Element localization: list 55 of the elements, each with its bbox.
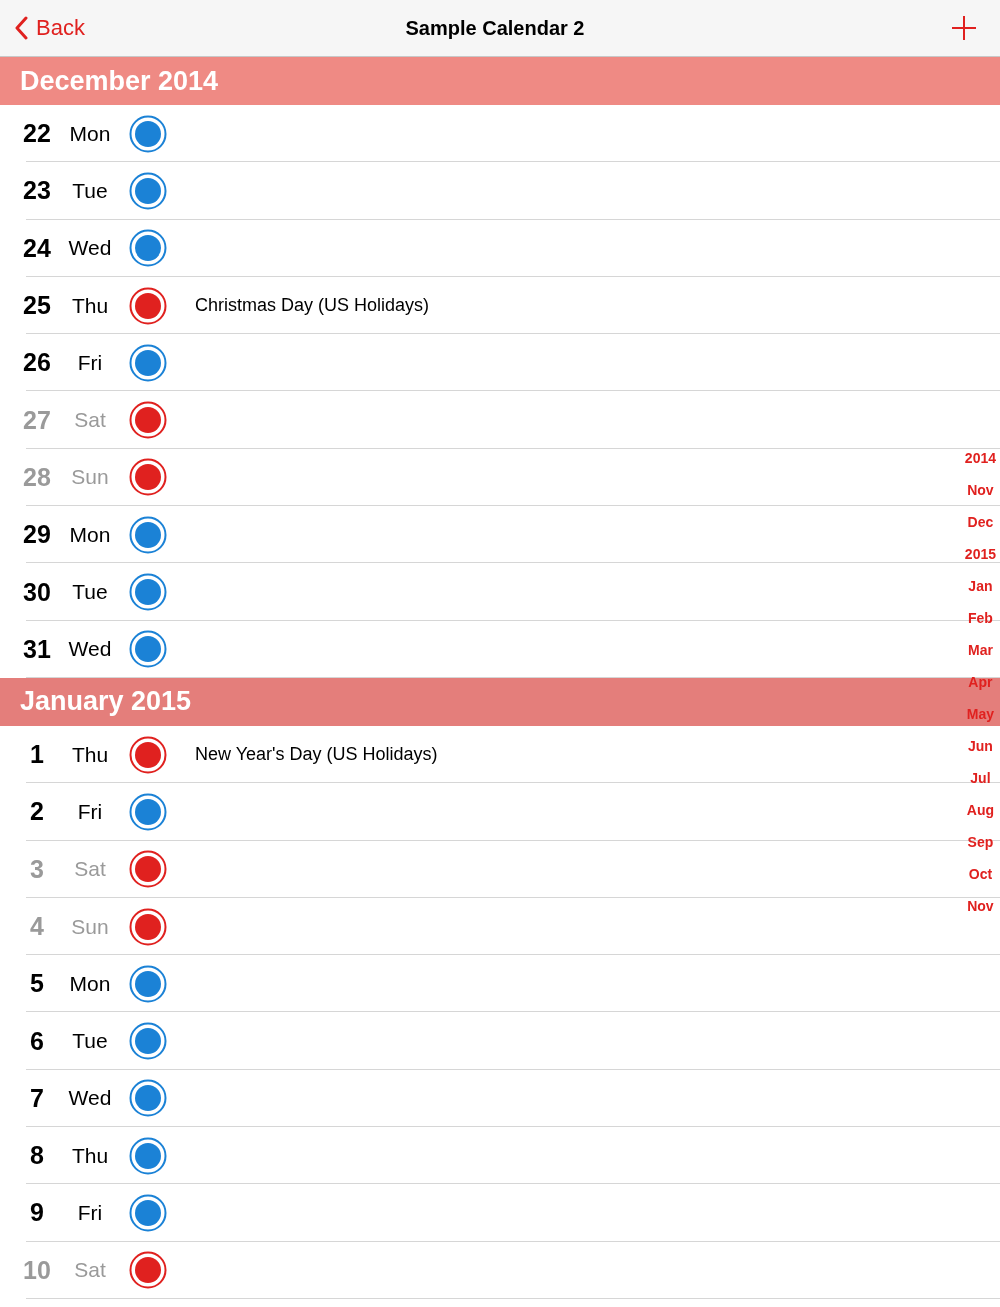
day-number: 25 bbox=[22, 291, 52, 321]
weekday-label: Sun bbox=[70, 465, 110, 490]
weekday-label: Mon bbox=[68, 522, 112, 547]
event-title: New Year's Day (US Holidays) bbox=[195, 744, 438, 766]
back-button[interactable]: Back bbox=[14, 15, 85, 41]
day-number: 7 bbox=[29, 1083, 45, 1113]
day-number: 10 bbox=[22, 1255, 52, 1285]
weekday-label: Fri bbox=[76, 799, 104, 824]
weekday-label: Fri bbox=[76, 350, 104, 375]
day-number: 27 bbox=[22, 405, 52, 435]
section-index-item[interactable]: Jun bbox=[967, 730, 993, 762]
section-index-item[interactable]: Nov bbox=[967, 474, 994, 506]
section-index-item[interactable]: Dec bbox=[967, 506, 994, 538]
weekday-label: Sat bbox=[73, 1258, 107, 1283]
plus-icon bbox=[952, 16, 976, 40]
day-number: 2 bbox=[29, 797, 45, 827]
weekday-label: Mon bbox=[68, 121, 112, 146]
day-number: 30 bbox=[22, 577, 52, 607]
weekday-label: Thu bbox=[70, 742, 110, 767]
day-number: 5 bbox=[29, 969, 45, 999]
section-index-item[interactable]: Aug bbox=[966, 794, 995, 826]
weekday-label: Tue bbox=[71, 178, 109, 203]
day-number: 9 bbox=[29, 1198, 45, 1228]
day-number: 26 bbox=[22, 348, 52, 378]
add-button[interactable] bbox=[952, 16, 976, 40]
day-number: 1 bbox=[29, 740, 45, 770]
window-title: Sample Calendar 2 bbox=[405, 16, 585, 40]
day-number: 29 bbox=[22, 520, 52, 550]
weekday-label: Sat bbox=[73, 857, 107, 882]
weekday-label: Mon bbox=[68, 971, 112, 996]
section-index-item[interactable]: Jan bbox=[968, 570, 993, 602]
weekday-label: Sat bbox=[73, 408, 107, 433]
day-number: 28 bbox=[22, 462, 52, 492]
day-number: 3 bbox=[29, 854, 45, 884]
day-number: 24 bbox=[22, 233, 52, 263]
day-number: 31 bbox=[22, 634, 52, 664]
weekday-label: Fri bbox=[76, 1201, 104, 1225]
day-number: 22 bbox=[22, 119, 52, 149]
weekday-label: Wed bbox=[67, 236, 113, 261]
day-number: 4 bbox=[29, 912, 45, 941]
day-number: 23 bbox=[22, 176, 52, 206]
month-header: December 2014 bbox=[0, 57, 1000, 105]
weekday-label: Tue bbox=[71, 580, 109, 604]
section-index-item[interactable]: Oct bbox=[968, 858, 993, 890]
weekday-label: Thu bbox=[70, 293, 110, 318]
day-number: 6 bbox=[29, 1026, 45, 1056]
weekday-label: Wed bbox=[67, 637, 113, 662]
weekday-label: Sun bbox=[70, 914, 110, 939]
weekday-label: Wed bbox=[67, 1086, 113, 1111]
event-title: Christmas Day (US Holidays) bbox=[195, 295, 430, 317]
weekday-label: Thu bbox=[70, 1143, 110, 1168]
chevron-left-icon bbox=[14, 16, 28, 40]
section-index-item[interactable]: Mar bbox=[967, 634, 993, 666]
day-number: 8 bbox=[29, 1141, 45, 1171]
weekday-label: Tue bbox=[71, 1029, 109, 1054]
